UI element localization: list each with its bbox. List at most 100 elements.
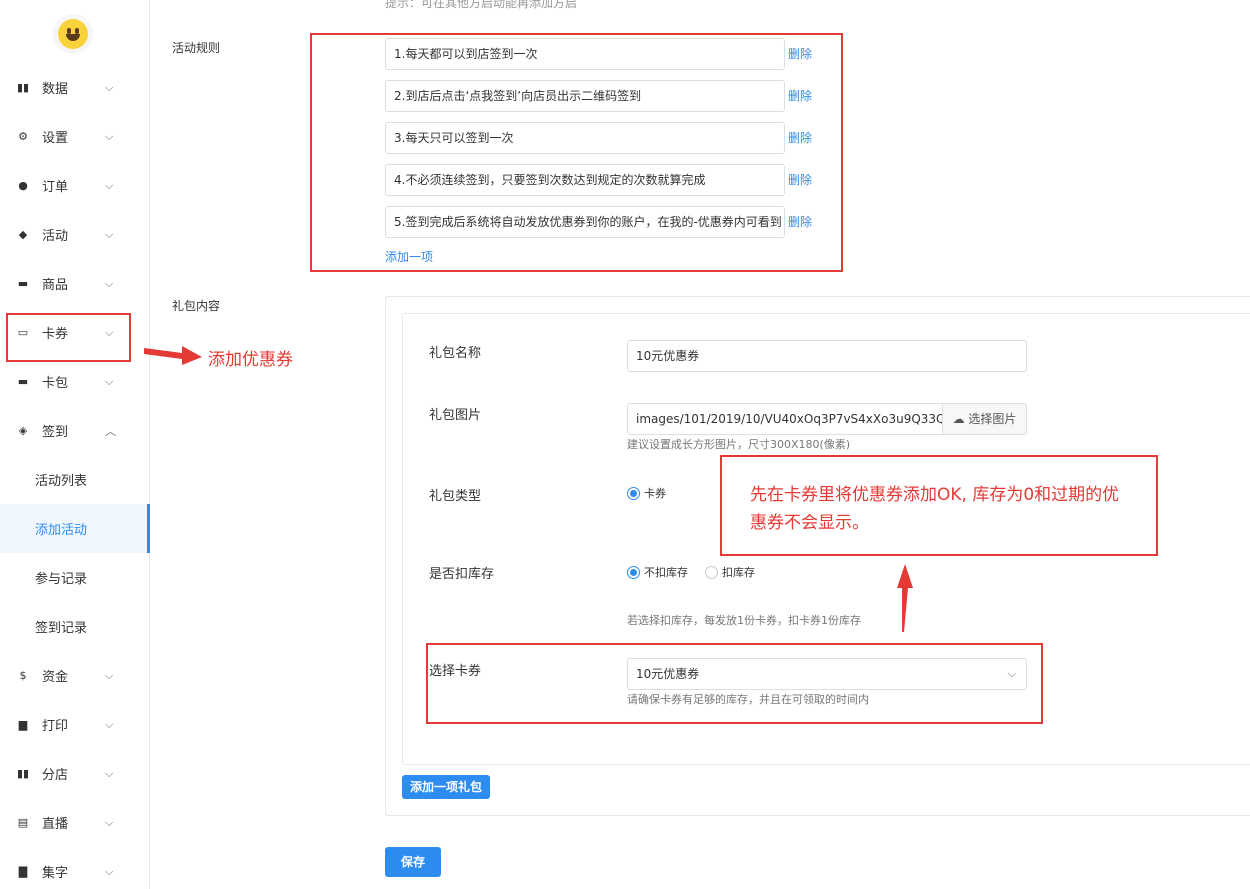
gift-type-coupon-radio[interactable]: 卡券 (627, 485, 666, 501)
sidebar-item-label: 设置 (42, 131, 69, 146)
sidebar-item-label: 数据 (42, 82, 69, 97)
chevron-up-icon: ︿ (105, 424, 116, 438)
choose-image-button[interactable]: ☁ 选择图片 (942, 404, 1026, 434)
sidebar-item-coupons[interactable]: ▭ 卡券 ⌵ (0, 308, 150, 357)
sidebar-subitem-checkin-records[interactable]: 签到记录 (0, 602, 150, 651)
delete-rule-3-link[interactable]: 删除 (788, 129, 812, 146)
sidebar-item-goods[interactable]: ▬ 商品 ⌵ (0, 259, 150, 308)
sidebar-item-label: 卡包 (42, 376, 69, 391)
chevron-down-icon: ⌵ (105, 276, 114, 290)
chevron-down-icon: ⌵ (105, 717, 114, 731)
sidebar-item-settings[interactable]: ⚙ 设置 ⌵ (0, 112, 150, 161)
add-gift-button[interactable]: 添加一项礼包 (402, 775, 490, 799)
dollar-icon: $ (19, 669, 27, 682)
choose-image-label: 选择图片 (968, 412, 1017, 426)
sidebar-subitem-activity-list[interactable]: 活动列表 (0, 455, 150, 504)
rule-input-1[interactable]: 1.每天都可以到店签到一次 (385, 38, 785, 70)
delete-rule-4-link[interactable]: 删除 (788, 171, 812, 188)
annotation-arrow-right-icon (144, 346, 202, 365)
info-icon: ● (18, 179, 28, 192)
sidebar-item-label: 分店 (42, 768, 69, 783)
chevron-down-icon: ⌵ (105, 325, 114, 339)
sidebar-item-label: 直播 (42, 817, 69, 832)
sidebar-item-label: 签到 (42, 425, 69, 440)
rule-input-3[interactable]: 3.每天只可以签到一次 (385, 122, 785, 154)
radio-checked-icon (627, 565, 640, 579)
coupon-select[interactable]: 10元优惠券 ⌵ (627, 658, 1027, 690)
choose-coupon-label: 选择卡券 (429, 664, 482, 679)
gift-image-field: images/101/2019/10/VU40xOq3P7vS4xXo3u9Q3… (627, 403, 1027, 435)
add-rule-link[interactable]: 添加一项 (385, 248, 433, 265)
chevron-down-icon: ⌵ (105, 766, 114, 780)
gift-type-label: 礼包类型 (429, 489, 482, 504)
coupon-select-value: 10元优惠券 (636, 667, 700, 681)
rules-label: 活动规则 (172, 41, 221, 55)
rule-input-4[interactable]: 4.不必须连续签到，只要签到次数达到规定的次数就算完成 (385, 164, 785, 196)
radio-label: 卡券 (644, 487, 666, 500)
cube-icon: ◈ (18, 424, 28, 437)
sidebar-item-label: 打印 (42, 719, 69, 734)
bar-chart-icon: ▮▮ (16, 81, 30, 94)
rule-input-2[interactable]: 2.到店后点击‘点我签到’向店员出示二维码签到 (385, 80, 785, 112)
delete-rule-1-link[interactable]: 删除 (788, 45, 812, 62)
sidebar-item-label: 卡券 (42, 327, 69, 342)
deduct-radio[interactable]: 扣库存 (705, 564, 755, 580)
sidebar-item-branches[interactable]: ▮▮ 分店 ⌵ (0, 749, 150, 798)
coupon-help-text: 请确保卡券有足够的库存，并且在可领取的时间内 (627, 693, 869, 706)
sidebar-item-checkin[interactable]: ◈ 签到 ︿ (0, 406, 150, 455)
bar-chart-icon: ▮▮ (16, 767, 30, 780)
sidebar-subitem-add-activity[interactable]: 添加活动 (0, 504, 150, 553)
chevron-down-icon: ⌵ (105, 178, 114, 192)
sidebar-item-collect-words[interactable]: ▇ 集字 ⌵ (0, 847, 150, 889)
gift-image-path-input[interactable]: images/101/2019/10/VU40xOq3P7vS4xXo3u9Q3… (628, 404, 942, 434)
sidebar-item-label: 订单 (42, 180, 69, 195)
sidebar-item-label: 商品 (42, 278, 69, 293)
delete-rule-2-link[interactable]: 删除 (788, 87, 812, 104)
radio-unchecked-icon (705, 565, 718, 579)
gift-name-input[interactable]: 10元优惠券 (627, 340, 1027, 372)
no-deduct-radio[interactable]: 不扣库存 (627, 564, 688, 580)
printer-icon: ▆ (18, 718, 28, 731)
sidebar-item-print[interactable]: ▆ 打印 ⌵ (0, 700, 150, 749)
smiley-logo-icon (58, 19, 88, 49)
card-icon: ▭ (17, 326, 29, 339)
chevron-down-icon: ⌵ (105, 227, 114, 241)
sidebar-item-label: 活动 (42, 229, 69, 244)
sidebar-item-label: 资金 (42, 670, 69, 685)
top-hint: 提示：可在其他方启动能再添加方启 (385, 0, 578, 10)
radio-label: 扣库存 (722, 566, 755, 579)
chevron-down-icon: ⌵ (105, 668, 114, 682)
avatar[interactable] (53, 14, 93, 54)
deduct-stock-label: 是否扣库存 (429, 567, 495, 582)
broadcast-icon: ▤ (17, 816, 29, 829)
sidebar-item-card-wallet[interactable]: ▬ 卡包 ⌵ (0, 357, 150, 406)
tag-icon: ◆ (18, 228, 28, 241)
sidebar: ▮▮ 数据 ⌵ ⚙ 设置 ⌵ ● 订单 ⌵ ◆ 活动 ⌵ ▬ 商品 ⌵ ▭ 卡券… (0, 0, 150, 889)
deduct-help-text: 若选择扣库存，每发放1份卡券，扣卡券1份库存 (627, 614, 861, 627)
basket-icon: ▬ (17, 277, 29, 290)
gift-content-label: 礼包内容 (172, 299, 221, 313)
sidebar-item-live[interactable]: ▤ 直播 ⌵ (0, 798, 150, 847)
gift-image-label: 礼包图片 (429, 408, 482, 423)
image-help-text: 建议设置成长方形图片，尺寸300X180(像素) (627, 438, 851, 451)
sidebar-subitem-participation-records[interactable]: 参与记录 (0, 553, 150, 602)
sidebar-item-funds[interactable]: $ 资金 ⌵ (0, 651, 150, 700)
wallet-icon: ▬ (17, 375, 29, 388)
sidebar-item-label: 集字 (42, 866, 69, 881)
chevron-down-icon: ⌵ (105, 129, 114, 143)
delete-rule-5-link[interactable]: 删除 (788, 213, 812, 230)
sidebar-item-orders[interactable]: ● 订单 ⌵ (0, 161, 150, 210)
annotation-arrow-up-icon (897, 564, 913, 632)
gift-name-label: 礼包名称 (429, 346, 482, 361)
chevron-down-icon: ⌵ (105, 374, 114, 388)
save-button[interactable]: 保存 (385, 847, 441, 877)
annotation-note-box: 先在卡券里将优惠券添加OK, 库存为0和过期的优惠券不会显示。 (720, 455, 1158, 556)
sidebar-item-data[interactable]: ▮▮ 数据 ⌵ (0, 63, 150, 112)
rule-input-5[interactable]: 5.签到完成后系统将自动发放优惠券到你的账户，在我的-优惠券内可看到 (385, 206, 785, 238)
gear-icon: ⚙ (18, 130, 28, 143)
sidebar-item-activity[interactable]: ◆ 活动 ⌵ (0, 210, 150, 259)
radio-label: 不扣库存 (644, 566, 688, 579)
chevron-down-icon: ⌵ (105, 864, 114, 878)
chevron-down-icon: ⌵ (1007, 667, 1016, 680)
chevron-down-icon: ⌵ (105, 815, 114, 829)
